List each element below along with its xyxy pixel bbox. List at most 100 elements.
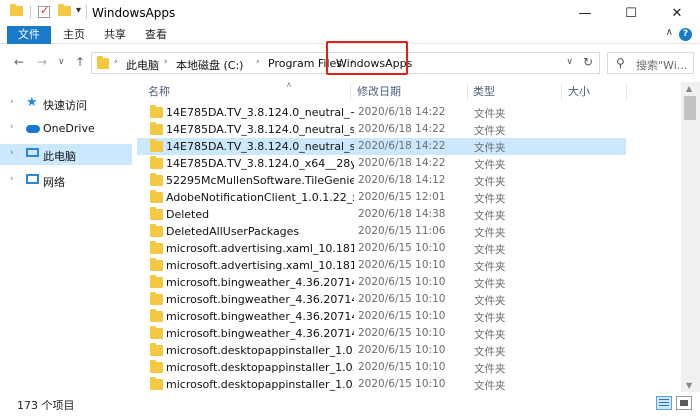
table-row[interactable]: microsoft.bingweather_4.36.20714.0_... 20… [137,274,626,291]
table-row[interactable]: Deleted 2020/6/18 14:38 文件夹 [137,206,626,223]
table-row[interactable]: microsoft.desktopappinstaller_1.0.32... 2… [137,359,626,376]
file-name: microsoft.desktopappinstaller_1.0.32... [166,344,354,357]
expand-icon[interactable]: › [10,174,14,184]
back-button[interactable]: ← [14,55,24,69]
breadcrumb-separator[interactable]: › [256,57,260,67]
file-type: 文件夹 [474,210,506,222]
expand-icon[interactable]: › [10,122,14,132]
file-name: microsoft.bingweather_4.36.20714.0_... [166,293,354,306]
large-icons-view-icon[interactable] [676,396,692,410]
file-type: 文件夹 [474,363,506,375]
folder-icon [150,343,163,356]
file-name: 14E785DA.TV_3.8.124.0_x64__28ya9p8... [166,157,354,170]
help-icon[interactable]: ? [679,28,692,41]
column-divider[interactable] [626,84,627,100]
column-header-type[interactable]: 类型 [473,82,495,102]
properties-icon[interactable]: ✓ [38,4,50,18]
folder-icon [150,275,163,288]
status-bar: 173 个项目 [0,392,700,417]
file-type: 文件夹 [474,380,506,392]
table-row[interactable]: 14E785DA.TV_3.8.124.0_neutral_split.l...… [137,121,626,138]
window-title: WindowsApps [92,6,176,20]
file-name: microsoft.advertising.xaml_10.1811.1.... [166,242,354,255]
scroll-down-icon[interactable]: ▼ [686,381,692,390]
nav-item-quick-access[interactable]: › ★ 快速访问 [0,93,132,114]
breadcrumb-local-disk[interactable]: 本地磁盘 (C:) [176,57,243,73]
file-date: 2020/6/15 10:10 [358,344,446,356]
table-row[interactable]: microsoft.desktopappinstaller_1.0.32... 2… [137,342,626,359]
collapse-ribbon-icon[interactable]: ∧ [666,27,673,38]
new-folder-icon[interactable] [58,4,71,18]
column-divider[interactable] [467,84,468,100]
file-type: 文件夹 [474,176,506,188]
address-history-dropdown[interactable]: ∨ [566,57,573,67]
star-icon: ★ [26,95,38,110]
expand-icon[interactable]: › [10,97,14,107]
search-icon: ⚲ [616,56,625,70]
expand-icon[interactable]: › [10,148,14,158]
table-row[interactable]: 14E785DA.TV_3.8.124.0_neutral_~_28y... 20… [137,104,626,121]
recent-locations-button[interactable]: ∨ [58,57,65,67]
tab-file[interactable]: 文件 [7,26,51,44]
column-header-size[interactable]: 大小 [568,82,590,102]
customize-toolbar-dropdown[interactable]: ▾ [76,5,81,16]
tab-home[interactable]: 主页 [56,26,92,44]
file-type: 文件夹 [474,329,506,341]
table-row[interactable]: 52295McMullenSoftware.TileGenie_1.... 202… [137,172,626,189]
minimize-button[interactable]: — [562,0,608,26]
maximize-button[interactable]: ☐ [608,0,654,26]
table-row[interactable]: microsoft.bingweather_4.36.20714.0_... 20… [137,291,626,308]
table-row[interactable]: microsoft.advertising.xaml_10.1811.1....… [137,257,626,274]
folder-icon [150,377,163,390]
breadcrumb-this-pc[interactable]: 此电脑 [126,57,159,73]
column-header-date[interactable]: 修改日期 [357,82,401,102]
file-type: 文件夹 [474,261,506,273]
column-header-name[interactable]: 名称 [148,82,170,102]
table-row[interactable]: microsoft.desktopappinstaller_1.0.32... 2… [137,376,626,392]
file-type: 文件夹 [474,244,506,256]
table-row[interactable]: AdobeNotificationClient_1.0.1.22_x86_...… [137,189,626,206]
nav-label: 此电脑 [43,150,76,163]
nav-item-network[interactable]: › 网络 [0,170,132,191]
table-row[interactable]: microsoft.advertising.xaml_10.1811.1....… [137,240,626,257]
tab-share[interactable]: 共享 [97,26,133,44]
table-row[interactable]: microsoft.bingweather_4.36.20714.0_... 20… [137,308,626,325]
forward-button[interactable]: → [37,55,47,69]
tab-view[interactable]: 查看 [138,26,174,44]
table-row[interactable]: DeletedAllUserPackages 2020/6/15 11:06 文件夹 [137,223,626,240]
title-bar: ✓ ▾ WindowsApps — ☐ ✕ [0,0,700,26]
folder-icon [150,173,163,186]
file-name: Deleted [166,208,210,221]
folder-icon [150,207,163,220]
search-input[interactable]: 搜索"Wi... [636,57,693,73]
folder-icon[interactable] [10,4,23,18]
file-type: 文件夹 [474,125,506,137]
file-type: 文件夹 [474,312,506,324]
close-button[interactable]: ✕ [654,0,700,26]
file-date: 2020/6/15 10:10 [358,259,446,271]
table-row[interactable]: 14E785DA.TV_3.8.124.0_neutral_split.s...… [137,138,626,155]
scrollbar-thumb[interactable] [684,96,696,120]
file-date: 2020/6/18 14:22 [358,106,446,118]
column-divider[interactable] [350,84,351,100]
breadcrumb-separator[interactable]: › [114,57,118,67]
file-date: 2020/6/18 14:22 [358,140,446,152]
nav-item-onedrive[interactable]: › OneDrive [0,118,132,139]
file-name: AdobeNotificationClient_1.0.1.22_x86_... [166,191,354,204]
vertical-scrollbar[interactable]: ▲ ▼ [681,82,700,392]
table-row[interactable]: 14E785DA.TV_3.8.124.0_x64__28ya9p8... 202… [137,155,626,172]
search-box[interactable]: ⚲ 搜索"Wi... [607,52,694,74]
nav-item-this-pc[interactable]: › 此电脑 [0,144,132,165]
table-row[interactable]: microsoft.bingweather_4.36.20714.0_... 20… [137,325,626,342]
details-view-icon[interactable] [656,396,672,410]
scroll-up-icon[interactable]: ▲ [686,84,692,93]
file-name: 14E785DA.TV_3.8.124.0_neutral_~_28y... [166,106,354,119]
column-divider[interactable] [561,84,562,100]
up-button[interactable]: ↑ [75,55,85,69]
breadcrumb-separator[interactable]: › [164,57,168,67]
file-date: 2020/6/15 10:10 [358,327,446,339]
folder-icon [150,224,163,237]
cloud-icon [26,122,40,134]
toolbar-divider [30,5,31,19]
refresh-icon[interactable]: ↻ [583,55,593,69]
